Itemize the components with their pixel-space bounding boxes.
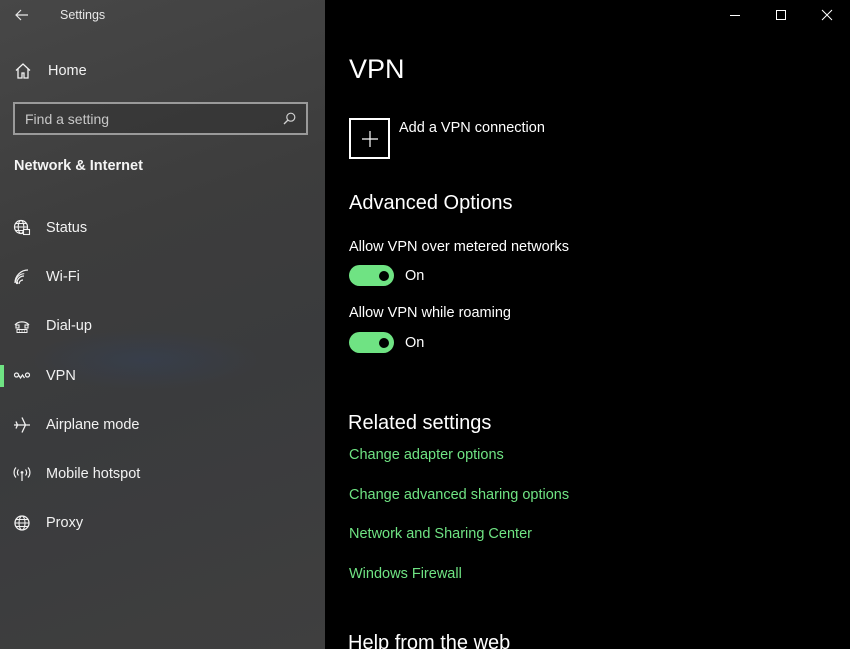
titlebar-left: Settings	[0, 0, 325, 30]
sidebar-item-label: Mobile hotspot	[46, 466, 141, 483]
advanced-options-heading: Advanced Options	[349, 192, 513, 214]
link-windows-firewall[interactable]: Windows Firewall	[349, 566, 462, 582]
sidebar-item-vpn[interactable]: VPN	[0, 351, 325, 400]
globe-icon	[13, 514, 31, 532]
hotspot-icon	[13, 465, 31, 483]
search-icon[interactable]	[283, 112, 296, 125]
metered-toggle-state: On	[405, 267, 425, 284]
sidebar-item-label: Dial-up	[46, 318, 92, 335]
add-vpn-button[interactable]: Add a VPN connection	[349, 118, 545, 159]
nav-list: Status Wi-Fi Dial-up VPN Airplane mode M…	[0, 203, 325, 548]
link-change-adapter-options[interactable]: Change adapter options	[349, 447, 504, 463]
toggle-knob	[379, 337, 389, 348]
sidebar-item-proxy[interactable]: Proxy	[0, 499, 325, 548]
back-arrow-icon	[15, 9, 28, 21]
minimize-button[interactable]	[712, 0, 758, 30]
sidebar-item-status[interactable]: Status	[0, 203, 325, 252]
roaming-option-label: Allow VPN while roaming	[349, 305, 511, 321]
search-input[interactable]	[25, 110, 283, 127]
add-box[interactable]	[349, 118, 390, 159]
airplane-icon	[13, 416, 31, 434]
sidebar-home[interactable]: Home	[0, 54, 325, 88]
close-button[interactable]	[804, 0, 850, 30]
sidebar-item-airplane[interactable]: Airplane mode	[0, 400, 325, 449]
home-label: Home	[48, 63, 87, 79]
toggle-knob	[379, 270, 389, 281]
add-vpn-label: Add a VPN connection	[399, 120, 545, 136]
maximize-button[interactable]	[758, 0, 804, 30]
help-heading: Help from the web	[348, 632, 511, 649]
related-settings-heading: Related settings	[348, 412, 492, 434]
vpn-icon	[13, 367, 31, 385]
metered-option-label: Allow VPN over metered networks	[349, 239, 569, 255]
sidebar-item-wifi[interactable]: Wi-Fi	[0, 252, 325, 301]
link-change-advanced-sharing[interactable]: Change advanced sharing options	[349, 487, 569, 503]
dialup-icon	[13, 317, 31, 335]
metered-toggle-row[interactable]: On	[349, 265, 424, 286]
roaming-toggle-state: On	[405, 334, 425, 351]
minimize-icon	[730, 15, 740, 16]
app-title: Settings	[60, 8, 106, 22]
search-box[interactable]	[13, 102, 308, 135]
close-icon	[821, 9, 833, 21]
maximize-icon	[776, 10, 786, 20]
back-button[interactable]	[0, 0, 44, 30]
wifi-icon	[13, 268, 31, 286]
sidebar-item-label: VPN	[46, 367, 76, 384]
sidebar-item-label: Proxy	[46, 515, 84, 532]
window-controls	[712, 0, 850, 30]
sidebar-item-hotspot[interactable]: Mobile hotspot	[0, 449, 325, 498]
roaming-toggle-row[interactable]: On	[349, 332, 424, 353]
metered-toggle[interactable]	[349, 265, 394, 286]
plus-icon	[361, 130, 378, 147]
globe-status-icon	[13, 219, 31, 237]
sidebar-item-dialup[interactable]: Dial-up	[0, 302, 325, 351]
section-title: Network & Internet	[14, 158, 143, 174]
sidebar-item-label: Wi-Fi	[46, 268, 80, 285]
main-content: VPN Add a VPN connection Advanced Option…	[325, 0, 850, 649]
home-icon	[15, 63, 31, 79]
sidebar-item-label: Airplane mode	[46, 416, 140, 433]
page-title: VPN	[349, 54, 405, 84]
sidebar: Settings Home Network & Internet Status	[0, 0, 325, 649]
sidebar-item-label: Status	[46, 219, 88, 236]
roaming-toggle[interactable]	[349, 332, 394, 353]
link-network-sharing-center[interactable]: Network and Sharing Center	[349, 526, 532, 542]
